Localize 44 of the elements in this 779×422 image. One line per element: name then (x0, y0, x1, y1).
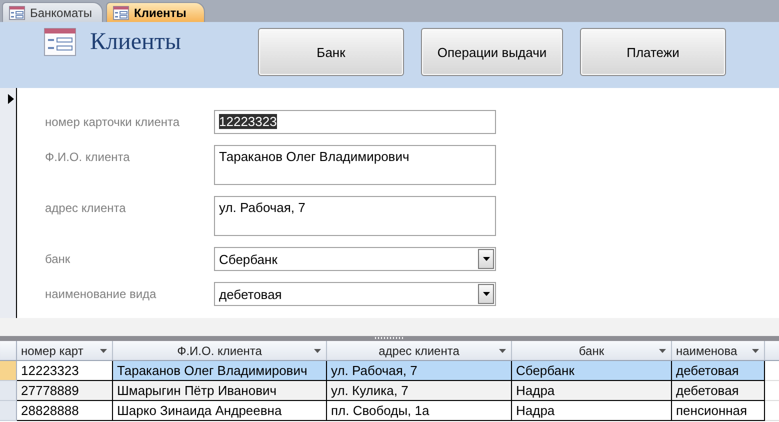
table-cell: ул. Рабочая, 7 (327, 361, 512, 381)
table-cell: пенсионная (672, 401, 765, 421)
command-button[interactable]: Банк (258, 28, 404, 76)
column-header[interactable]: Ф.И.О. клиента (113, 341, 327, 360)
table-cell: Шарко Зинаида Андреевна (113, 401, 327, 421)
table-cell: 28828888 (17, 401, 113, 421)
column-header[interactable]: банк (512, 341, 672, 360)
dropdown-arrow-icon[interactable] (752, 348, 759, 352)
table-cell: дебетовая (672, 361, 765, 381)
table-cell: ул. Кулика, 7 (327, 381, 512, 401)
table-cell: 27778889 (17, 381, 113, 401)
form-title: Клиенты (90, 28, 181, 56)
input-field[interactable]: 12223323 (214, 110, 496, 134)
form-icon (9, 6, 25, 20)
column-header[interactable]: адрес клиента (327, 341, 512, 360)
dropdown-field[interactable]: Сбербанк (214, 247, 496, 271)
command-button[interactable]: Платежи (580, 28, 726, 76)
table-cell: Надра (512, 401, 672, 421)
field-label: адрес клиента (45, 200, 127, 215)
dropdown-arrow-icon[interactable] (314, 349, 321, 353)
column-header[interactable]: номер карт (17, 341, 113, 360)
dropdown-arrow-icon[interactable] (499, 349, 506, 353)
dropdown-arrow-icon[interactable] (100, 348, 107, 352)
table-cell: пл. Свободы, 1а (327, 401, 512, 421)
splitter-handle[interactable] (374, 337, 404, 339)
dropdown-field[interactable]: дебетовая (214, 282, 496, 306)
table-cell: дебетовая (672, 381, 765, 401)
table-cell: Сбербанк (512, 361, 672, 381)
table-cell: Шмарыгин Пётр Иванович (113, 381, 327, 401)
document-tab[interactable]: Банкоматы (2, 2, 104, 22)
field-label: Ф.И.О. клиента (45, 149, 131, 164)
dropdown-arrow-icon[interactable] (659, 349, 666, 353)
table-cell: Надра (512, 381, 672, 401)
input-field[interactable]: ул. Рабочая, 7 (214, 196, 496, 236)
table-cell: Тараканов Олег Владимирович (113, 361, 327, 381)
input-field[interactable]: Тараканов Олег Владимирович (214, 145, 496, 185)
column-header[interactable]: наименова (672, 341, 765, 360)
command-button[interactable]: Операции выдачи (421, 28, 563, 76)
form-icon (44, 28, 76, 56)
form-icon (113, 6, 130, 20)
field-label: наименование вида (45, 286, 158, 301)
field-label: номер карточки клиента (45, 114, 181, 129)
document-tab[interactable]: Клиенты (106, 2, 206, 22)
field-label: банк (45, 251, 72, 266)
